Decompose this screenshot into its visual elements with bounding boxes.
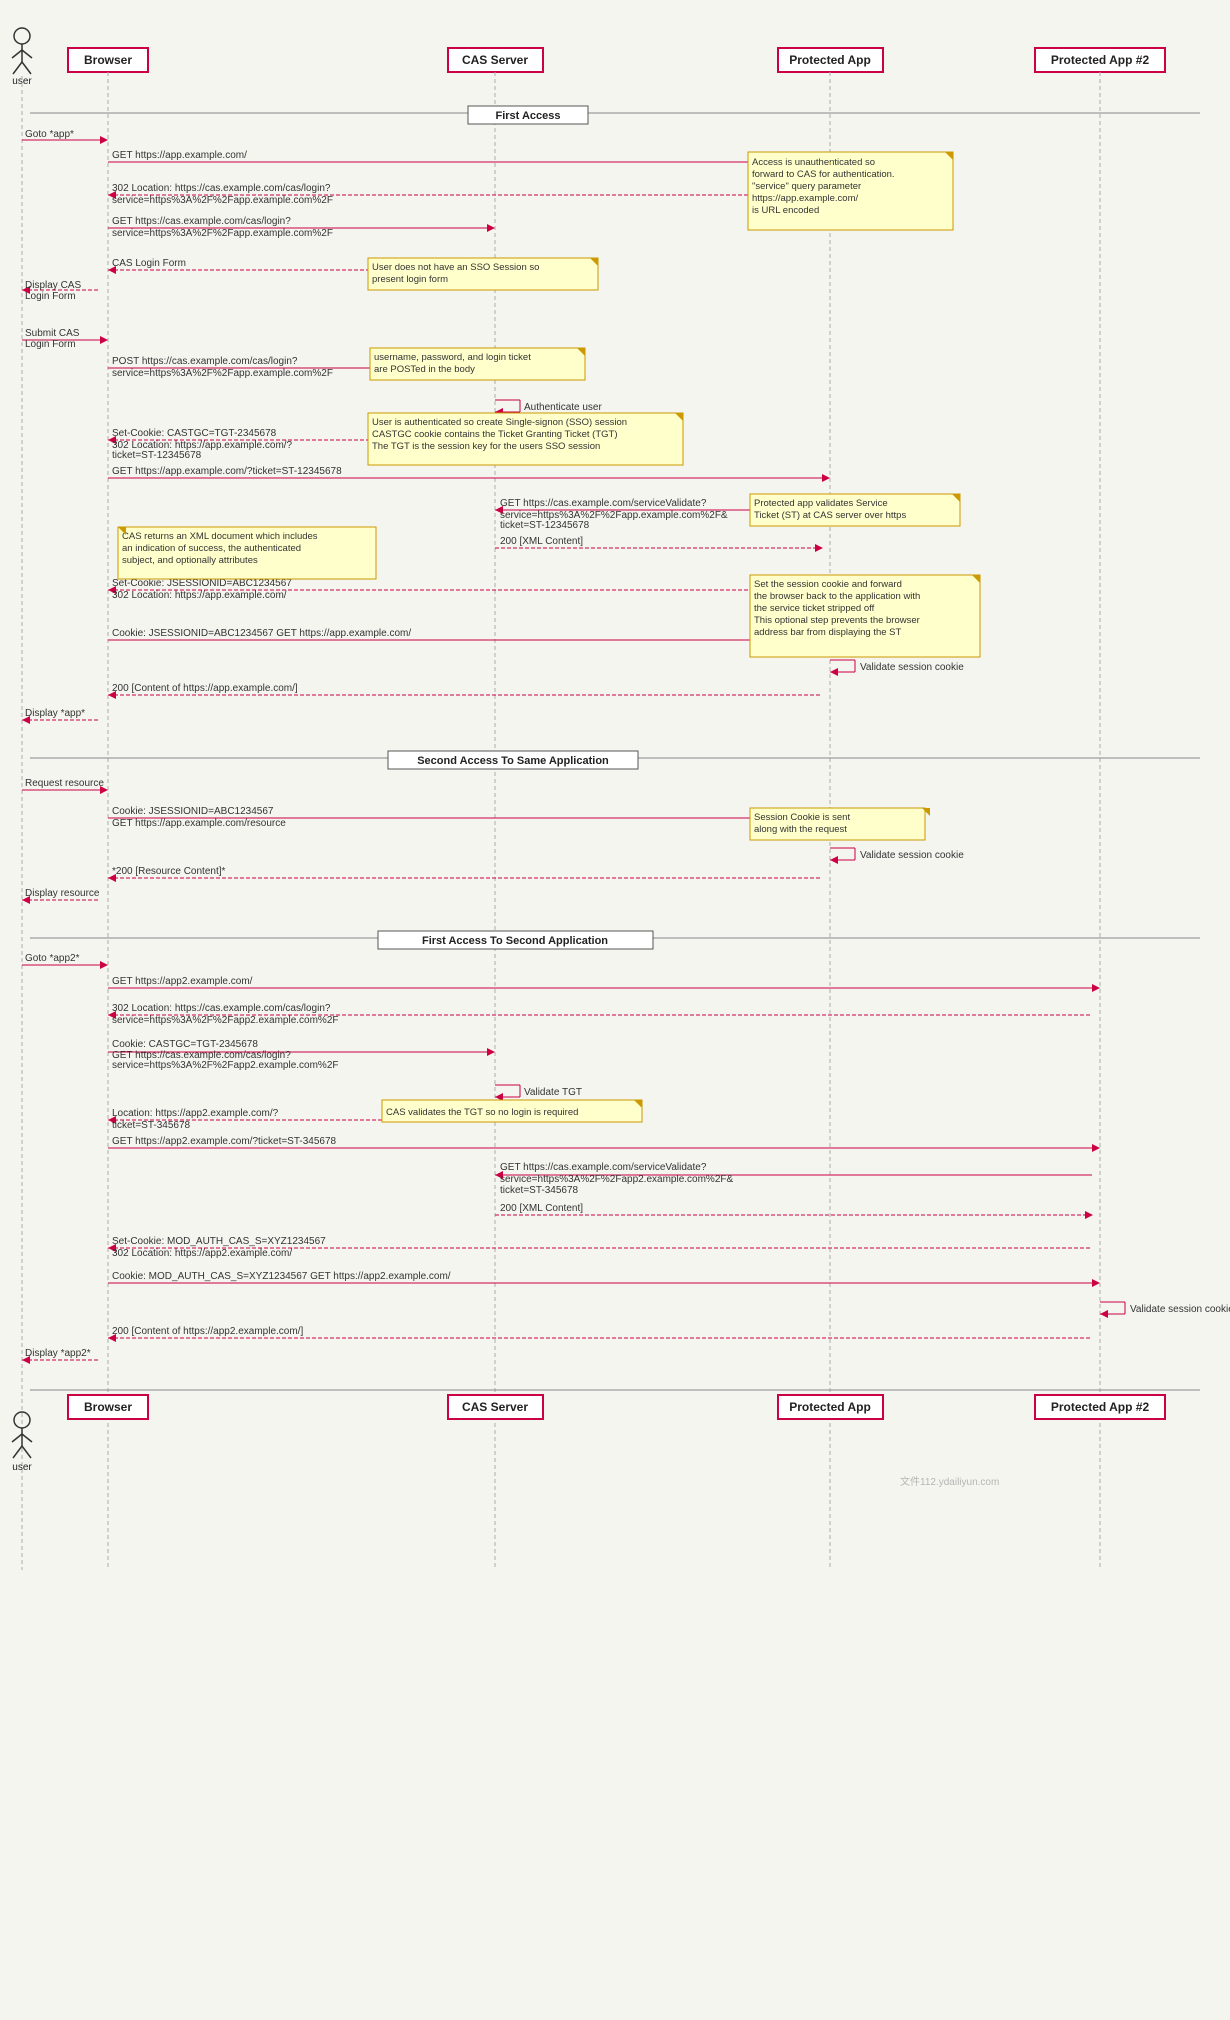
svg-text:Session Cookie is sent: Session Cookie is sent: [754, 812, 850, 823]
svg-text:Cookie: CASTGC=TGT-2345678: Cookie: CASTGC=TGT-2345678: [112, 1039, 258, 1050]
svg-text:GET https://cas.example.com/se: GET https://cas.example.com/serviceValid…: [500, 1162, 707, 1173]
svg-text:Set-Cookie: MOD_AUTH_CAS_S=XYZ: Set-Cookie: MOD_AUTH_CAS_S=XYZ1234567: [112, 1236, 326, 1247]
svg-text:First Access: First Access: [495, 110, 560, 122]
svg-text:CAS validates the TGT so no lo: CAS validates the TGT so no login is req…: [386, 1107, 578, 1118]
svg-text:CAS returns an XML document wh: CAS returns an XML document which includ…: [122, 531, 318, 542]
svg-text:GET https://app.example.com/re: GET https://app.example.com/resource: [112, 818, 286, 829]
svg-text:200 [Content of https://app2.e: 200 [Content of https://app2.example.com…: [112, 1326, 303, 1337]
svg-text:文件112.ydailiyun.com: 文件112.ydailiyun.com: [900, 1475, 999, 1488]
svg-text:ticket=ST-345678: ticket=ST-345678: [112, 1120, 191, 1131]
svg-text:302 Location: https://app2.exa: 302 Location: https://app2.example.com/: [112, 1248, 292, 1259]
svg-text:200 [XML Content]: 200 [XML Content]: [500, 1203, 583, 1214]
svg-text:Request resource: Request resource: [25, 778, 104, 789]
svg-text:Protected App #2: Protected App #2: [1051, 53, 1150, 67]
svg-text:This optional step prevents th: This optional step prevents the browser: [754, 615, 920, 626]
svg-text:Login Form: Login Form: [25, 339, 76, 350]
svg-text:302 Location: https://cas.exam: 302 Location: https://cas.example.com/ca…: [112, 1003, 331, 1014]
svg-text:Login Form: Login Form: [25, 291, 76, 302]
svg-text:First Access To Second Applica: First Access To Second Application: [422, 935, 608, 947]
svg-text:Validate session cookie: Validate session cookie: [860, 662, 964, 673]
svg-text:along with the request: along with the request: [754, 824, 847, 835]
svg-text:Browser: Browser: [84, 53, 132, 67]
svg-text:Goto *app2*: Goto *app2*: [25, 953, 80, 964]
svg-text:Second Access To Same Applicat: Second Access To Same Application: [417, 755, 609, 767]
svg-text:an indication of success, the: an indication of success, the authentica…: [122, 543, 301, 554]
svg-text:User is authenticated so creat: User is authenticated so create Single-s…: [372, 417, 627, 428]
svg-text:Goto *app*: Goto *app*: [25, 129, 74, 140]
svg-text:Location: https://app2.example: Location: https://app2.example.com/?: [112, 1108, 279, 1119]
svg-text:ticket=ST-345678: ticket=ST-345678: [500, 1185, 579, 1196]
svg-text:CASTGC cookie contains the Tic: CASTGC cookie contains the Ticket Granti…: [372, 429, 618, 440]
svg-text:Validate session cookie: Validate session cookie: [1130, 1304, 1230, 1315]
diagram-title: [0, 0, 1230, 12]
svg-text:GET https://cas.example.com/ca: GET https://cas.example.com/cas/login?: [112, 1050, 291, 1061]
svg-text:service=https%3A%2F%2Fapp.exam: service=https%3A%2F%2Fapp.example.com%2F: [112, 228, 333, 239]
svg-text:Set the session cookie and for: Set the session cookie and forward: [754, 579, 902, 590]
svg-text:Access is unauthenticated so: Access is unauthenticated so: [752, 157, 875, 168]
svg-text:GET https://cas.example.com/se: GET https://cas.example.com/serviceValid…: [500, 498, 707, 509]
svg-text:Submit CAS: Submit CAS: [25, 328, 80, 339]
svg-text:are POSTed in the body: are POSTed in the body: [374, 364, 475, 375]
svg-text:Display *app2*: Display *app2*: [25, 1348, 91, 1359]
svg-text:Display CAS: Display CAS: [25, 280, 81, 291]
svg-text:Cookie: MOD_AUTH_CAS_S=XYZ1234: Cookie: MOD_AUTH_CAS_S=XYZ1234567 GET ht…: [112, 1271, 451, 1282]
svg-text:GET https://app.example.com/: GET https://app.example.com/: [112, 150, 247, 161]
svg-text:CAS Server: CAS Server: [462, 1400, 528, 1414]
svg-text:GET https://app.example.com/?t: GET https://app.example.com/?ticket=ST-1…: [112, 466, 342, 477]
svg-text:is URL encoded: is URL encoded: [752, 205, 819, 216]
svg-text:302 Location: https://app.exam: 302 Location: https://app.example.com/?: [112, 440, 293, 451]
svg-text:service=https%3A%2F%2Fapp2.exa: service=https%3A%2F%2Fapp2.example.com%2…: [112, 1015, 339, 1026]
svg-text:GET https://app2.example.com/?: GET https://app2.example.com/?ticket=ST-…: [112, 1136, 337, 1147]
svg-text:200 [XML Content]: 200 [XML Content]: [500, 536, 583, 547]
svg-text:service=https%3A%2F%2Fapp.exam: service=https%3A%2F%2Fapp.example.com%2F…: [500, 510, 728, 521]
svg-text:Set-Cookie: JSESSIONID=ABC1234: Set-Cookie: JSESSIONID=ABC1234567: [112, 578, 292, 589]
svg-text:the browser back to the applic: the browser back to the application with: [754, 591, 920, 602]
svg-text:subject, and optionally attrib: subject, and optionally attributes: [122, 555, 258, 566]
svg-text:User does not have an SSO Sess: User does not have an SSO Session so: [372, 262, 539, 273]
svg-text:service=https%3A%2F%2Fapp2.exa: service=https%3A%2F%2Fapp2.example.com%2…: [500, 1174, 733, 1185]
svg-text:Display resource: Display resource: [25, 888, 100, 899]
svg-text:*200 [Resource Content]*: *200 [Resource Content]*: [112, 866, 226, 877]
svg-text:GET https://app2.example.com/: GET https://app2.example.com/: [112, 976, 253, 987]
svg-text:user: user: [12, 76, 32, 87]
svg-text:200 [Content of https://app.ex: 200 [Content of https://app.example.com/…: [112, 683, 298, 694]
svg-text:Ticket (ST) at CAS server over: Ticket (ST) at CAS server over https: [754, 510, 906, 521]
svg-text:Protected app validates Servic: Protected app validates Service: [754, 498, 888, 509]
svg-text:Cookie: JSESSIONID=ABC1234567: Cookie: JSESSIONID=ABC1234567: [112, 806, 274, 817]
svg-text:service=https%3A%2F%2Fapp.exam: service=https%3A%2F%2Fapp.example.com%2F: [112, 368, 333, 379]
svg-text:GET https://cas.example.com/ca: GET https://cas.example.com/cas/login?: [112, 216, 291, 227]
svg-text:https://app.example.com/: https://app.example.com/: [752, 193, 858, 204]
svg-text:address bar from displaying th: address bar from displaying the ST: [754, 627, 902, 638]
svg-text:Validate session cookie: Validate session cookie: [860, 850, 964, 861]
svg-text:the service ticket stripped of: the service ticket stripped off: [754, 603, 875, 614]
svg-text:Cookie: JSESSIONID=ABC1234567: Cookie: JSESSIONID=ABC1234567 GET https:…: [112, 628, 411, 639]
svg-text:Authenticate user: Authenticate user: [524, 402, 602, 413]
svg-text:username, password, and login: username, password, and login ticket: [374, 352, 531, 363]
svg-text:user: user: [12, 1462, 32, 1473]
svg-text:present login form: present login form: [372, 274, 448, 285]
svg-text:Protected App: Protected App: [789, 53, 871, 67]
svg-text:CAS Login Form: CAS Login Form: [112, 258, 186, 269]
svg-text:302 Location: https://app.exam: 302 Location: https://app.example.com/: [112, 590, 287, 601]
svg-text:302 Location: https://cas.exam: 302 Location: https://cas.example.com/ca…: [112, 183, 331, 194]
svg-text:forward to CAS for authenticat: forward to CAS for authentication.: [752, 169, 895, 180]
diagram-svg: Browser CAS Server Protected App Protect…: [0, 0, 1230, 2020]
svg-text:ticket=ST-12345678: ticket=ST-12345678: [112, 450, 202, 461]
svg-text:ticket=ST-12345678: ticket=ST-12345678: [500, 520, 590, 531]
svg-text:Protected App #2: Protected App #2: [1051, 1400, 1150, 1414]
svg-text:Display *app*: Display *app*: [25, 708, 85, 719]
svg-text:Set-Cookie: CASTGC=TGT-2345678: Set-Cookie: CASTGC=TGT-2345678: [112, 428, 277, 439]
svg-text:service=https%3A%2F%2Fapp.exam: service=https%3A%2F%2Fapp.example.com%2F: [112, 195, 333, 206]
svg-text:"service" query parameter: "service" query parameter: [752, 181, 861, 192]
svg-text:Validate TGT: Validate TGT: [524, 1087, 582, 1098]
svg-text:Browser: Browser: [84, 1400, 132, 1414]
svg-text:Protected App: Protected App: [789, 1400, 871, 1414]
svg-text:The TGT is the session key for: The TGT is the session key for the users…: [372, 441, 600, 452]
svg-text:CAS Server: CAS Server: [462, 53, 528, 67]
svg-text:POST https://cas.example.com/c: POST https://cas.example.com/cas/login?: [112, 356, 298, 367]
svg-text:service=https%3A%2F%2Fapp2.exa: service=https%3A%2F%2Fapp2.example.com%2…: [112, 1060, 339, 1071]
